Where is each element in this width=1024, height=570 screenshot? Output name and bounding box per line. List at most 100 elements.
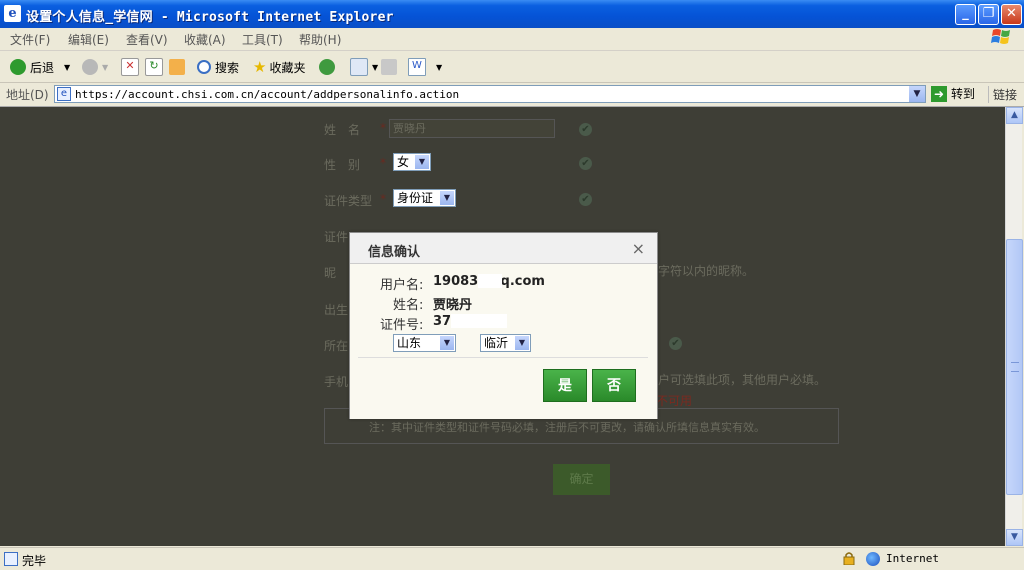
print-button[interactable] [381, 57, 401, 77]
dialog-divider [358, 357, 648, 358]
city-value: 临沂 [484, 336, 509, 350]
minimize-button[interactable]: _ [955, 4, 976, 25]
favorites-button[interactable]: ★ 收藏夹 [253, 57, 305, 77]
home-button[interactable] [169, 57, 189, 77]
gender-value: 女 [397, 155, 410, 169]
dialog-header: 信息确认 × [350, 233, 657, 264]
internet-zone-icon [866, 552, 880, 566]
forward-button[interactable]: ▼ [82, 57, 108, 77]
scroll-down-icon[interactable]: ▼ [1006, 529, 1023, 546]
status-bar: 完毕 Internet [0, 547, 1024, 570]
mail-icon [350, 58, 368, 76]
phone-warning: 不可用 [656, 394, 693, 408]
submit-button[interactable]: 确定 [553, 464, 610, 495]
address-input[interactable]: e https://account.chsi.com.cn/account/ad… [54, 85, 926, 103]
windows-logo-icon [991, 29, 1010, 44]
page-status-icon [4, 552, 18, 566]
name-field[interactable]: 贾晓丹 [389, 119, 555, 138]
vertical-scrollbar[interactable]: ▲ ▼ [1005, 107, 1023, 546]
title-bar: e 设置个人信息_学信网 - Microsoft Internet Explor… [0, 0, 1024, 28]
yes-button[interactable]: 是 [543, 369, 587, 402]
no-button[interactable]: 否 [592, 369, 636, 402]
menu-view[interactable]: 查看(V) [126, 31, 168, 48]
search-button[interactable]: 搜索 [197, 57, 239, 77]
idtype-check-icon: ✔ [579, 193, 592, 206]
edit-button[interactable]: W ▼ [408, 57, 442, 77]
menu-edit[interactable]: 编辑(E) [68, 31, 109, 48]
idtype-value: 身份证 [397, 191, 434, 205]
gender-select[interactable]: 女 ▼ [393, 153, 431, 171]
idtype-dropdown-icon: ▼ [440, 191, 454, 205]
scroll-up-icon[interactable]: ▲ [1006, 107, 1023, 124]
phone-hint: 户可选填此项，其他用户必填。 [658, 373, 827, 387]
gender-label: 性 别 [324, 158, 361, 172]
stop-icon: ✕ [121, 58, 139, 76]
dialog-close-icon[interactable]: × [632, 239, 645, 258]
lock-icon[interactable] [843, 551, 855, 565]
mail-dropdown-icon[interactable]: ▼ [372, 63, 378, 72]
edit-dropdown-icon[interactable]: ▼ [436, 63, 442, 72]
name-check-icon: ✔ [579, 123, 592, 136]
menu-tools[interactable]: 工具(T) [242, 31, 283, 48]
star-icon: ★ [253, 58, 267, 76]
name-value-dialog: 贾晓丹 [433, 298, 473, 313]
name-label-dialog: 姓名: [393, 298, 424, 313]
city-select[interactable]: 临沂 ▼ [480, 334, 531, 352]
address-dropdown-icon[interactable]: ▼ [909, 86, 925, 102]
menu-favorites[interactable]: 收藏(A) [184, 31, 226, 48]
links-button[interactable]: 链接 [988, 86, 1017, 103]
notice-text: 注：其中证件类型和证件号码必填，注册后不可更改，请确认所填信息真实有效。 [369, 421, 765, 434]
address-bar: 地址(D) e https://account.chsi.com.cn/acco… [0, 83, 1024, 107]
confirm-dialog: 信息确认 × 用户名: 19083 @qq.com 姓名: 贾晓丹 证件号: 37… [349, 232, 658, 419]
go-button[interactable]: ➜ 转到 [931, 85, 975, 102]
address-url[interactable]: https://account.chsi.com.cn/account/addp… [75, 88, 459, 101]
ie-icon: e [4, 5, 21, 22]
gender-required-mark: * [380, 156, 386, 170]
back-label: 后退 [30, 60, 55, 75]
zone-label: Internet [886, 552, 939, 565]
idtype-label: 证件类型 [324, 194, 373, 208]
close-button[interactable]: ✕ [1001, 4, 1022, 25]
idtype-select[interactable]: 身份证 ▼ [393, 189, 456, 207]
window-title: 设置个人信息_学信网 - Microsoft Internet Explorer [26, 10, 394, 25]
dialog-title: 信息确认 [368, 245, 421, 260]
phone-label: 手机 [324, 375, 349, 389]
province-dropdown-icon: ▼ [440, 336, 454, 350]
menu-file[interactable]: 文件(F) [10, 31, 50, 48]
refresh-icon: ↻ [145, 58, 163, 76]
name-label: 姓 名 [324, 123, 361, 137]
back-arrow-icon [10, 59, 26, 75]
province-value: 山东 [397, 336, 422, 350]
menu-help[interactable]: 帮助(H) [299, 31, 341, 48]
favorites-label: 收藏夹 [269, 60, 306, 75]
restore-button[interactable]: ❐ [978, 4, 999, 25]
name-required-mark: * [380, 121, 386, 135]
idtype-required-mark: * [380, 192, 386, 206]
forward-dropdown-icon: ▼ [102, 62, 109, 72]
city-dropdown-icon: ▼ [515, 336, 529, 350]
birth-label: 出生 [324, 303, 349, 317]
back-button[interactable]: 后退 ▼ [10, 57, 70, 77]
stop-button[interactable]: ✕ [121, 57, 143, 77]
province-select[interactable]: 山东 ▼ [393, 334, 456, 352]
print-icon [381, 59, 397, 75]
search-icon [197, 60, 211, 74]
go-arrow-icon: ➜ [931, 85, 947, 102]
toolbar: 后退 ▼ ▼ ✕ ↻ 搜索 ★ 收藏夹 ▼ W ▼ [0, 51, 1024, 83]
region-label: 所在 [324, 339, 349, 353]
refresh-button[interactable]: ↻ [145, 57, 167, 77]
address-label: 地址(D) [6, 88, 49, 102]
page-icon: e [57, 87, 71, 101]
idno-label: 证件 [324, 230, 349, 244]
history-icon [319, 59, 335, 75]
history-button[interactable] [319, 57, 339, 77]
idno-label-dialog: 证件号: [380, 318, 424, 333]
status-text: 完毕 [22, 554, 47, 568]
scroll-thumb[interactable] [1006, 239, 1023, 495]
nick-label: 昵 [324, 266, 337, 280]
username-value: 19083 @qq.com [433, 274, 545, 289]
back-dropdown-icon[interactable]: ▼ [64, 63, 70, 72]
mail-button[interactable]: ▼ [350, 57, 378, 77]
gender-check-icon: ✔ [579, 157, 592, 170]
dialog-body: 用户名: 19083@qq.com 姓名: 贾晓丹 证件号: 3704423 山… [350, 264, 657, 419]
